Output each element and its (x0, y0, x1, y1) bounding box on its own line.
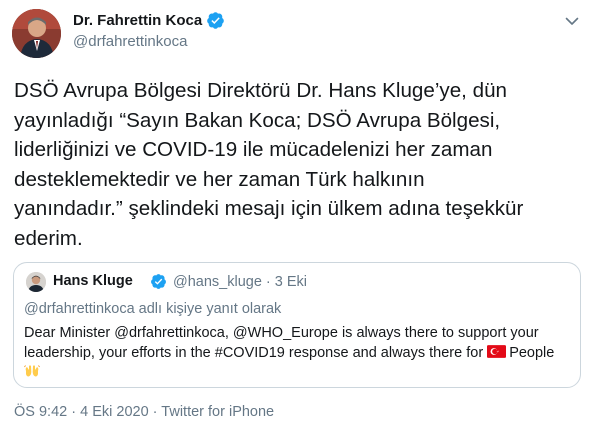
raised-hands-icon (24, 365, 40, 377)
quoted-author-handle[interactable]: @hans_kluge (173, 274, 262, 290)
quoted-text-line: leadership, your efforts in the #COVID19… (24, 344, 579, 364)
chevron-down-icon[interactable] (565, 14, 579, 28)
verified-badge-icon (151, 274, 166, 289)
quoted-author-name[interactable]: Hans Kluge (53, 273, 133, 289)
tweet-footer: ÖS 9:42 · 4 Eki 2020 · Twitter for iPhon… (14, 404, 274, 420)
tweet-text-line: DSÖ Avrupa Bölgesi Direktörü Dr. Hans Kl… (14, 79, 507, 102)
quoted-author-avatar-image (26, 272, 46, 292)
author-avatar-image (12, 9, 61, 58)
tweet-text-line: ederim. (14, 226, 83, 250)
footer-separator: · (71, 404, 77, 420)
tweet-text-line: desteklemektedir ve her zaman Türk halkı… (14, 167, 425, 191)
author-name[interactable]: Dr. Fahrettin Koca (73, 12, 202, 29)
quoted-tweet-text: Dear Minister @drfahrettinkoca, @WHO_Eur… (24, 324, 579, 383)
author-handle[interactable]: @drfahrettinkoca (73, 33, 187, 50)
verified-badge-icon (207, 12, 224, 29)
tweet-text-line: yanındadır.” şeklindeki mesajı için ülke… (14, 197, 524, 220)
author-avatar[interactable] (12, 9, 61, 58)
tweet-text: DSÖ Avrupa Bölgesi Direktörü Dr. Hans Kl… (14, 76, 579, 253)
quoted-time[interactable]: 3 Eki (275, 274, 307, 290)
reply-context[interactable]: @drfahrettinkoca adlı kişiye yanıt olara… (24, 301, 281, 317)
quoted-meta: @hans_kluge · 3 Eki (173, 274, 307, 290)
tweet-time[interactable]: ÖS 9:42 (14, 404, 67, 420)
quoted-text-line (24, 363, 579, 383)
tweet-card: Dr. Fahrettin Koca @drfahrettinkoca DSÖ … (0, 0, 589, 434)
tweet-source[interactable]: Twitter for iPhone (161, 404, 274, 420)
tweet-text-line: liderliğinizi ve COVID-19 ile mücadeleni… (14, 138, 493, 161)
tweet-date[interactable]: 4 Eki 2020 (80, 404, 149, 420)
meta-separator: · (265, 274, 271, 290)
turkey-flag-icon (487, 344, 507, 358)
quoted-text-segment: People (509, 344, 555, 361)
quoted-tweet[interactable]: Hans Kluge @hans_kluge · 3 Eki @drfahret… (13, 262, 581, 388)
footer-separator: · (152, 404, 158, 420)
quoted-author-avatar[interactable] (26, 272, 46, 292)
quoted-text-line: Dear Minister @drfahrettinkoca, @WHO_Eur… (24, 325, 539, 341)
tweet-text-line: yayınladığı “Sayın Bakan Koca; DSÖ Avrup… (14, 108, 501, 132)
quoted-text-segment: leadership, your efforts in the #COVID19… (24, 344, 484, 361)
